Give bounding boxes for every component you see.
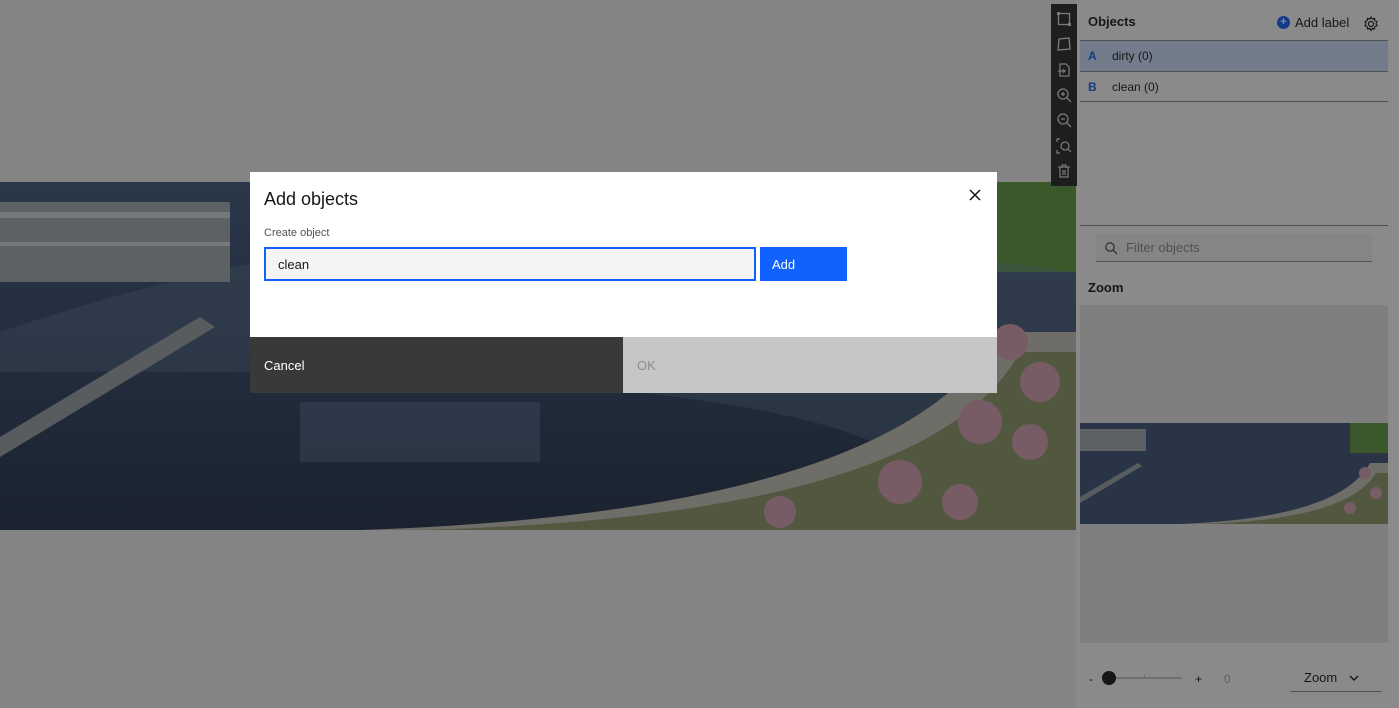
add-button[interactable]: Add (760, 247, 847, 281)
create-object-input[interactable] (264, 247, 756, 281)
cancel-button[interactable]: Cancel (250, 337, 623, 393)
create-object-label: Create object (264, 227, 330, 239)
add-objects-modal: Add objects Create object Add Cancel OK (250, 172, 997, 393)
close-icon[interactable] (966, 186, 984, 204)
ok-button[interactable]: OK (623, 337, 997, 393)
modal-footer: Cancel OK (250, 337, 997, 393)
modal-title: Add objects (264, 189, 359, 209)
